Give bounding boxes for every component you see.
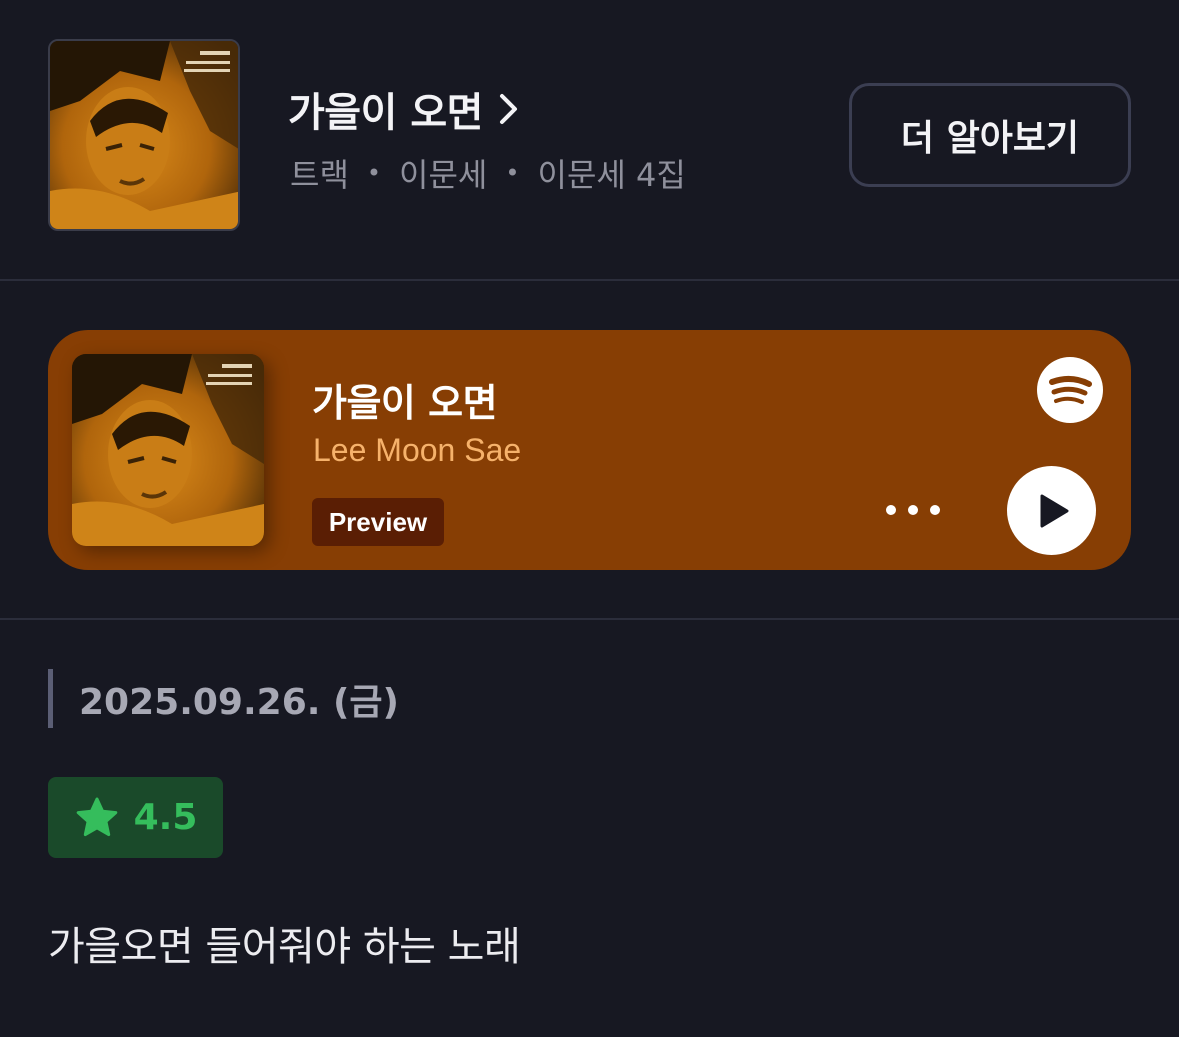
dot [908, 505, 918, 515]
dot [886, 505, 896, 515]
track-meta: 트랙 • 이문세 • 이문세 4집 [290, 150, 686, 196]
review-date: 2025.09.26. (금) [79, 681, 399, 723]
more-dots-icon[interactable] [878, 490, 948, 530]
spotify-icon[interactable] [1037, 357, 1103, 423]
star-icon [76, 797, 117, 836]
dot [930, 505, 940, 515]
meta-album: 이문세 4집 [537, 156, 686, 194]
play-icon [1040, 494, 1068, 527]
divider [0, 279, 1179, 281]
album-cover-thumbnail[interactable] [48, 39, 240, 231]
spotify-player-card[interactable]: 가을이 오면 Lee Moon Sae Preview [48, 330, 1131, 570]
meta-separator: • [366, 159, 382, 187]
meta-artist: 이문세 [399, 156, 488, 194]
preview-badge: Preview [312, 498, 444, 546]
player-album-art [72, 354, 264, 546]
player-artist-name[interactable]: Lee Moon Sae [313, 432, 521, 469]
review-date-block: 2025.09.26. (금) [48, 669, 399, 728]
divider [0, 618, 1179, 620]
track-title: 가을이 오면 [288, 90, 483, 136]
meta-separator: • [505, 159, 520, 187]
album-cover-image [50, 41, 238, 229]
player-track-title: 가을이 오면 [312, 381, 498, 425]
chevron-right-icon [499, 94, 517, 124]
play-button[interactable] [1007, 466, 1096, 555]
rating-badge: 4.5 [48, 777, 223, 858]
rating-value: 4.5 [133, 797, 198, 838]
track-header: 가을이 오면 트랙 • 이문세 • 이문세 4집 더 알아보기 [0, 0, 1179, 280]
meta-type: 트랙 [290, 156, 349, 194]
learn-more-button[interactable]: 더 알아보기 [849, 83, 1131, 187]
track-title-link[interactable]: 가을이 오면 [288, 80, 521, 138]
review-text: 가을오면 들어줘야 하는 노래 [48, 924, 521, 970]
album-cover-image [72, 354, 264, 546]
